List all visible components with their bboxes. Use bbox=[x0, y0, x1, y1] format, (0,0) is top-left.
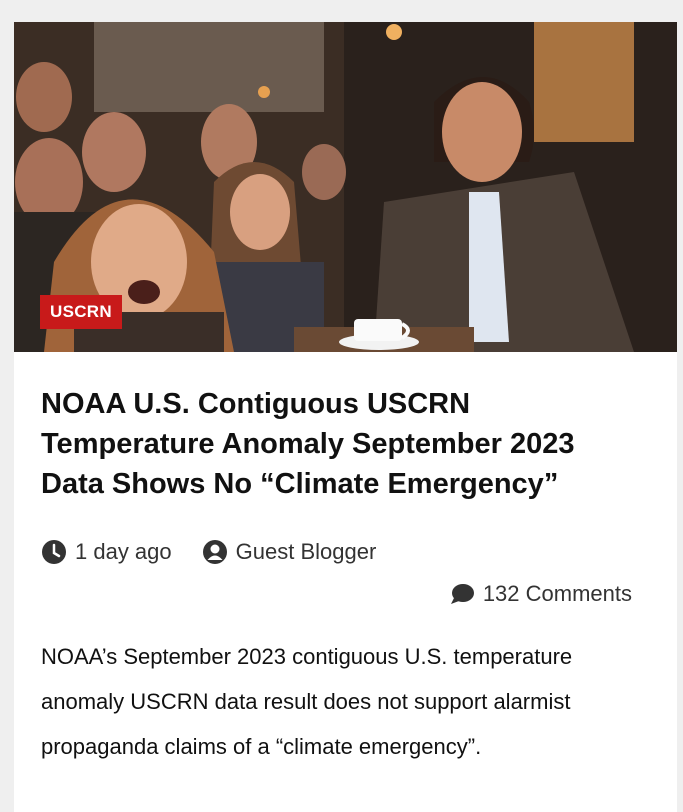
article-excerpt: NOAA’s September 2023 contiguous U.S. te… bbox=[41, 644, 573, 759]
article-title[interactable]: NOAA U.S. Contiguous USCRN Temperature A… bbox=[41, 384, 641, 504]
post-date: 1 day ago bbox=[41, 539, 172, 565]
post-author[interactable]: Guest Blogger bbox=[202, 539, 377, 565]
comments-count[interactable]: 132 Comments bbox=[483, 581, 632, 607]
comments-link[interactable]: 132 Comments bbox=[449, 579, 632, 609]
date-text: 1 day ago bbox=[75, 539, 172, 564]
article-meta: 1 day ago Guest Blogger bbox=[41, 537, 406, 567]
user-icon bbox=[202, 540, 227, 564]
clock-icon bbox=[42, 540, 66, 564]
category-badge[interactable]: USCRN bbox=[40, 295, 122, 329]
comment-icon bbox=[450, 584, 474, 604]
author-link[interactable]: Guest Blogger bbox=[236, 539, 377, 565]
article-card[interactable]: USCRN NOAA U.S. Contiguous USCRN Tempera… bbox=[14, 22, 677, 812]
featured-image[interactable]: USCRN bbox=[14, 22, 677, 352]
